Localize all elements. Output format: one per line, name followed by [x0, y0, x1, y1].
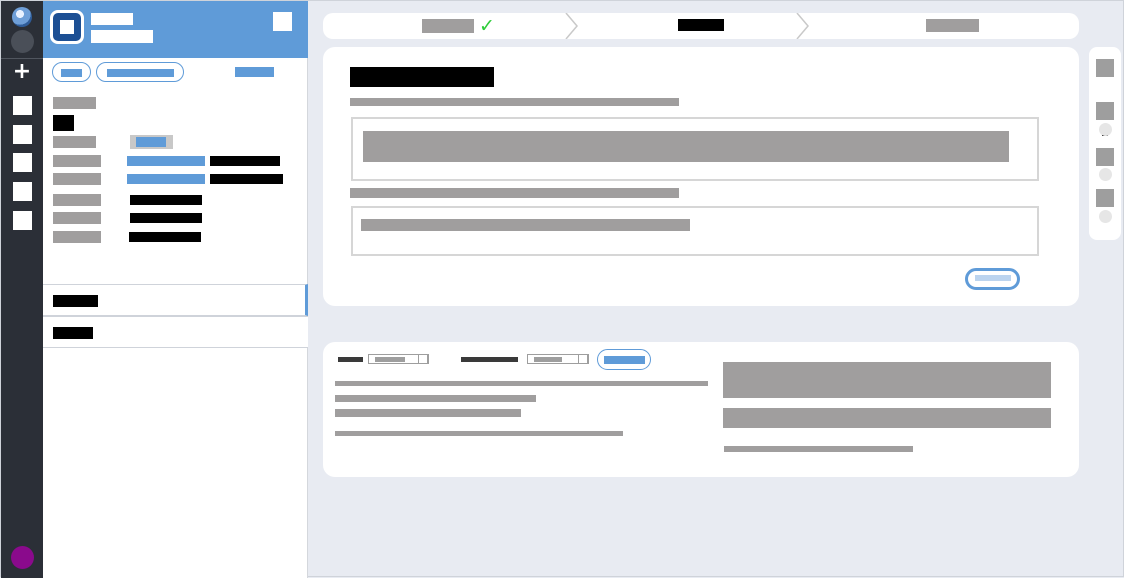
plus-icon[interactable]: +	[12, 61, 32, 83]
filter-pill-label	[107, 69, 174, 77]
field-value	[129, 232, 201, 242]
workspace-icon[interactable]	[11, 30, 34, 53]
mini-nav-item[interactable]	[1096, 102, 1114, 120]
field-1-input[interactable]	[351, 117, 1039, 181]
globe-icon[interactable]	[12, 7, 32, 27]
control-2-stepper-icon[interactable]	[578, 354, 588, 364]
nav-square-icon[interactable]	[13, 153, 32, 172]
field-link[interactable]	[127, 156, 205, 166]
field-label	[53, 136, 96, 148]
record-panel	[43, 1, 308, 578]
filter-pill-2[interactable]	[96, 62, 184, 82]
record-title	[91, 13, 133, 25]
chevron-right-icon	[796, 13, 809, 39]
field-value	[210, 156, 280, 166]
nav-square-icon[interactable]	[13, 211, 32, 230]
field-label	[53, 194, 101, 206]
field-value	[130, 195, 202, 205]
field-link[interactable]	[127, 174, 205, 184]
field-value-chip[interactable]	[130, 135, 173, 149]
mini-nav-item[interactable]	[1096, 59, 1114, 77]
panel-tab-2[interactable]	[43, 316, 308, 348]
control-1-value	[375, 357, 405, 362]
details-preview-block	[723, 408, 1051, 428]
field-label	[53, 155, 101, 167]
header-action-button[interactable]	[273, 12, 292, 31]
details-text-line	[724, 446, 913, 452]
panel-link[interactable]	[235, 67, 274, 77]
form-title	[350, 67, 494, 87]
field-1-label	[350, 98, 679, 106]
submit-button[interactable]	[965, 268, 1020, 290]
field-1-value	[363, 131, 1009, 162]
mini-nav-item[interactable]	[1096, 148, 1114, 166]
app-logo-icon	[50, 10, 84, 44]
step-3-label[interactable]	[926, 19, 979, 32]
field-value	[210, 174, 283, 184]
tab-label	[53, 327, 93, 339]
check-icon: ✓	[479, 15, 495, 37]
step-mini-nav: 2	[1089, 47, 1121, 240]
control-2-value	[534, 357, 562, 362]
panel-tab-1[interactable]	[43, 284, 308, 316]
panel-header	[43, 1, 308, 58]
avatar[interactable]	[11, 546, 34, 569]
step-2-label[interactable]	[678, 19, 724, 31]
mini-nav-dot	[1099, 210, 1112, 223]
details-text-line	[335, 409, 521, 417]
field-2-input[interactable]	[351, 206, 1039, 256]
step-1-label[interactable]	[422, 19, 474, 33]
control-1-label	[338, 357, 363, 362]
app-rail: +	[1, 1, 43, 578]
form-card	[323, 47, 1079, 306]
field-value	[130, 213, 202, 223]
control-2-label	[461, 357, 518, 362]
details-text-line	[335, 395, 536, 402]
mini-nav-dot	[1099, 123, 1112, 136]
control-1-stepper-icon[interactable]	[418, 354, 428, 364]
filter-pill-1[interactable]	[52, 62, 91, 82]
chip-label	[136, 137, 166, 147]
field-label	[53, 173, 101, 185]
details-action-button[interactable]	[597, 349, 651, 370]
nav-square-icon[interactable]	[13, 182, 32, 201]
field-2-label	[350, 188, 679, 198]
field-label	[53, 212, 101, 224]
tab-label	[53, 295, 98, 307]
nav-square-icon[interactable]	[13, 96, 32, 115]
submit-label	[975, 275, 1011, 281]
nav-square-icon[interactable]	[13, 125, 32, 144]
details-action-label	[604, 356, 645, 364]
details-card	[323, 342, 1079, 477]
chevron-right-icon	[565, 13, 578, 39]
control-2-select[interactable]	[527, 354, 589, 364]
record-subtitle	[91, 30, 153, 43]
details-preview-block	[723, 362, 1051, 398]
details-text-line	[335, 431, 623, 436]
control-1-select[interactable]	[368, 354, 429, 364]
field-label	[53, 231, 101, 243]
filter-pill-label	[61, 69, 82, 77]
field-2-value	[361, 219, 690, 231]
field-value	[53, 115, 74, 131]
details-text-line	[335, 381, 708, 386]
mini-nav-item[interactable]	[1096, 189, 1114, 207]
progress-stepper: ✓	[323, 13, 1079, 39]
mini-nav-dot	[1099, 168, 1112, 181]
field-label	[53, 97, 96, 109]
